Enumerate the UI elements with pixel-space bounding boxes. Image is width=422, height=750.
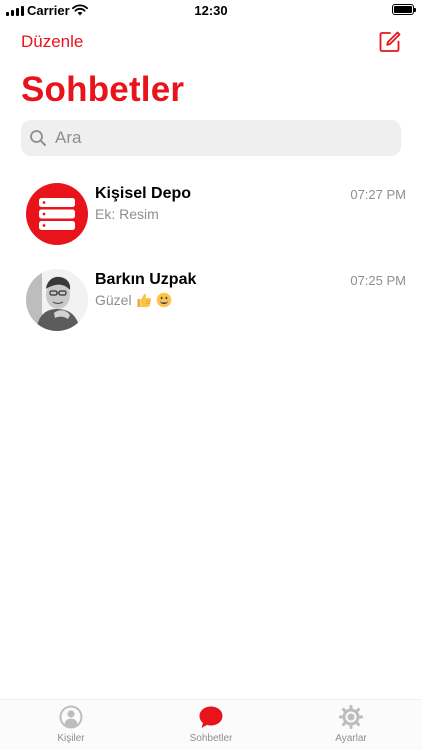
edit-button[interactable]: Düzenle bbox=[21, 32, 83, 52]
chat-preview: Güzel bbox=[95, 292, 172, 308]
thumbs-up-emoji bbox=[137, 293, 151, 307]
chat-name: Barkın Uzpak bbox=[95, 271, 197, 288]
gear-icon bbox=[339, 705, 363, 729]
tab-label: Kişiler bbox=[57, 733, 85, 744]
tab-chats[interactable]: Sohbetler bbox=[161, 704, 261, 744]
chat-list: Kişisel Depo 07:27 PM Ek: Resim Barkın U… bbox=[0, 176, 422, 348]
chat-preview: Ek: Resim bbox=[95, 206, 159, 222]
battery-icon bbox=[392, 4, 416, 15]
tab-bar: Kişiler Sohbetler Ayarlar bbox=[0, 699, 422, 750]
search-input[interactable] bbox=[53, 127, 377, 149]
search-icon bbox=[30, 130, 46, 146]
tab-contacts[interactable]: Kişiler bbox=[21, 704, 121, 744]
profile-photo bbox=[26, 269, 88, 331]
search-bar[interactable] bbox=[21, 120, 401, 156]
grinning-face-emoji bbox=[156, 292, 171, 308]
page-title: Sohbetler bbox=[21, 70, 185, 109]
status-bar: Carrier 12:30 bbox=[0, 0, 422, 22]
contacts-icon bbox=[59, 705, 83, 729]
chat-preview-text: Güzel bbox=[95, 292, 132, 308]
tab-label: Sohbetler bbox=[189, 733, 233, 744]
chat-time: 07:25 PM bbox=[350, 273, 406, 288]
tab-settings[interactable]: Ayarlar bbox=[301, 704, 401, 744]
status-time: 12:30 bbox=[194, 3, 228, 18]
chat-preview-text: Ek: Resim bbox=[95, 206, 159, 222]
chat-name: Kişisel Depo bbox=[95, 185, 192, 202]
chat-time: 07:27 PM bbox=[350, 187, 406, 202]
chat-bubble-icon bbox=[199, 706, 223, 728]
chat-row-barkin-uzpak[interactable]: Barkın Uzpak 07:25 PM Güzel bbox=[0, 262, 422, 348]
chat-row-personal-storage[interactable]: Kişisel Depo 07:27 PM Ek: Resim bbox=[0, 176, 422, 262]
storage-icon bbox=[26, 183, 88, 245]
compose-icon[interactable] bbox=[378, 30, 402, 54]
tab-label: Ayarlar bbox=[335, 733, 367, 744]
